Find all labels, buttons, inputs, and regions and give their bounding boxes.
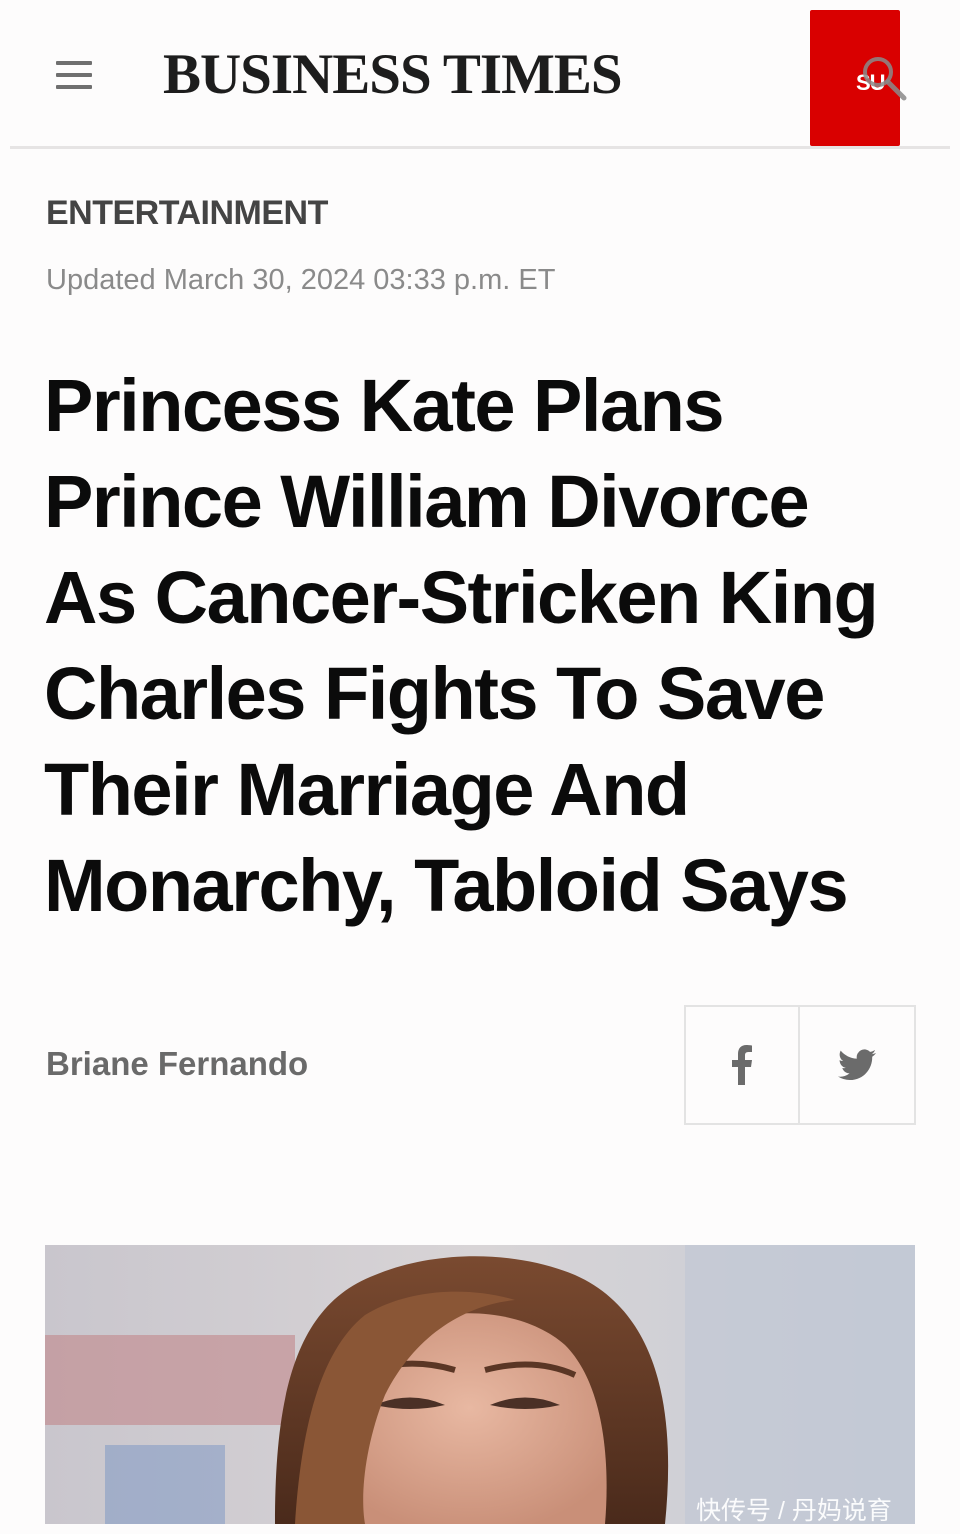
headline-line: Princess Kate Plans <box>44 364 724 447</box>
watermark-text: 快传号 / 丹妈说育 <box>696 1497 892 1525</box>
site-logo[interactable]: BUSINESS TIMES <box>163 38 643 112</box>
updated-timestamp: Updated March 30, 2024 03:33 p.m. ET <box>46 264 556 296</box>
search-icon[interactable] <box>858 52 910 102</box>
share-buttons <box>684 1005 916 1125</box>
article-headline: Princess Kate Plans Prince William Divor… <box>44 358 934 934</box>
facebook-share-button[interactable] <box>686 1007 800 1123</box>
headline-line: Charles Fights To Save <box>44 652 825 735</box>
author-byline[interactable]: Briane Fernando <box>46 1042 308 1086</box>
article-category[interactable]: ENTERTAINMENT <box>46 192 328 234</box>
headline-line: Their Marriage And <box>44 748 690 831</box>
hamburger-menu-button[interactable] <box>52 58 96 92</box>
top-navigation-bar: BUSINESS TIMES SU <box>0 0 960 150</box>
twitter-share-button[interactable] <box>800 1007 914 1123</box>
headline-line: Prince William Divorce <box>44 460 810 543</box>
twitter-icon <box>838 1049 876 1081</box>
headline-line: As Cancer-Stricken King <box>44 556 879 639</box>
facebook-icon <box>732 1045 752 1085</box>
headline-line: Monarchy, Tabloid Says <box>44 844 849 927</box>
header-divider <box>10 146 950 149</box>
article-hero-image <box>45 1245 915 1524</box>
